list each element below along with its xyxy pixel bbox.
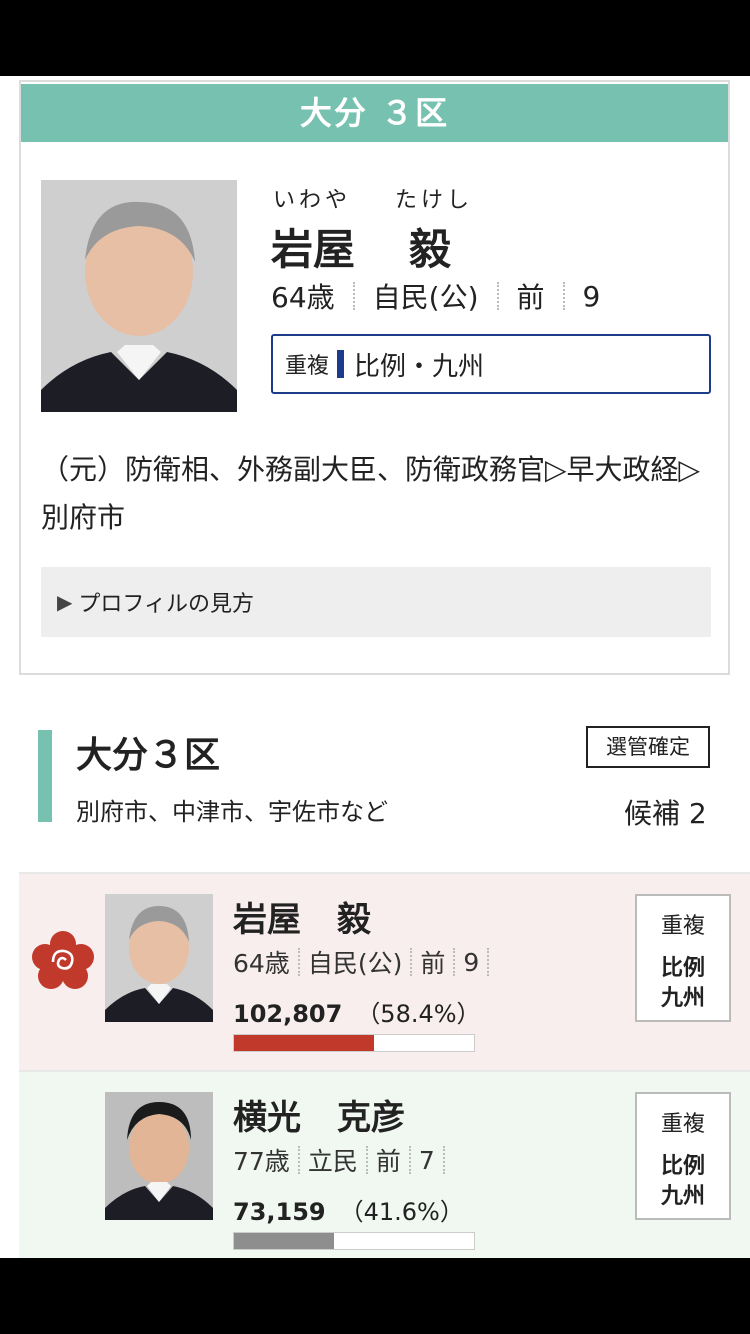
candidate-photo xyxy=(105,894,213,1022)
duplicate-marker xyxy=(337,350,345,378)
candidate-row[interactable]: 岩屋毅 64歳 自民(公) 前 9 102,807 （58.4%） 重複 比例 九… xyxy=(19,872,750,1070)
candidate-meta: 77歳 立民 前 7 xyxy=(233,1142,453,1178)
status-bar xyxy=(0,0,750,76)
vote-share-bar xyxy=(233,1034,475,1052)
divider xyxy=(297,1146,300,1174)
duplicate-line-2: 九州 xyxy=(660,1184,705,1209)
divider xyxy=(487,948,490,976)
status: 前 xyxy=(375,1147,401,1176)
profile-card: 大分 ３区 いわや たけし 岩屋 毅 64歳 自民(公) 前 9 重複 比例・九州… xyxy=(19,80,730,675)
vote-share-fill xyxy=(234,1035,375,1051)
candidate-meta: 64歳 自民(公) 前 9 xyxy=(233,944,497,980)
candidate-count: 候補 2 xyxy=(624,797,707,830)
divider xyxy=(297,948,300,976)
duplicate-label: 重複 xyxy=(660,914,705,939)
vote-share-bar xyxy=(233,1232,475,1250)
terms: 9 xyxy=(463,947,480,977)
card-header: 大分 ３区 xyxy=(21,84,728,142)
confirmed-badge: 選管確定 xyxy=(586,726,710,768)
portrait-icon xyxy=(105,894,213,1022)
candidate-meta: 64歳 自民(公) 前 9 xyxy=(271,276,600,316)
surname: 岩屋 xyxy=(271,225,356,274)
furigana-surname: いわや xyxy=(273,188,352,213)
portrait-icon xyxy=(41,180,237,412)
duplicate-tag: 重複 比例 九州 xyxy=(635,1092,731,1220)
candidate-name: 横光 克彦 xyxy=(233,1090,405,1139)
duplicate-value: 比例・九州 xyxy=(354,351,485,382)
terms: 7 xyxy=(418,1145,435,1175)
career-text: （元）防衛相、外務副大臣、防衛政務官▷早大政経▷別府市 xyxy=(41,453,701,534)
candidate-name: 岩屋 毅 xyxy=(271,216,451,277)
divider xyxy=(562,282,565,310)
duplicate-line-1: 比例 xyxy=(660,1154,705,1179)
duplicate-value: 比例 九州 xyxy=(637,954,729,1014)
district-areas: 別府市、中津市、宇佐市など xyxy=(76,798,388,826)
given-name: 毅 xyxy=(337,900,371,940)
divider xyxy=(365,1146,368,1174)
duplicate-value: 比例 九州 xyxy=(637,1152,729,1212)
divider xyxy=(352,282,355,310)
divider xyxy=(442,1146,445,1174)
age: 64歳 xyxy=(233,949,290,978)
duplicate-line-1: 比例 xyxy=(660,956,705,981)
duplicate-label: 重複 xyxy=(660,1112,705,1137)
surname: 横光 xyxy=(233,1098,301,1138)
status: 前 xyxy=(420,949,446,978)
district-accent-bar xyxy=(38,730,52,822)
profile-help-link[interactable]: ▶ プロフィルの見方 xyxy=(41,567,711,637)
duplicate-candidacy-box: 重複 比例・九州 xyxy=(271,334,711,394)
given-name: 毅 xyxy=(409,225,452,274)
candidate-photo xyxy=(105,1092,213,1220)
party: 立民 xyxy=(307,1147,358,1176)
candidate-name: 岩屋毅 xyxy=(233,892,371,941)
duplicate-label: 重複 xyxy=(285,354,330,379)
vote-count: 73,159 xyxy=(233,1198,326,1226)
age: 64歳 xyxy=(271,281,335,314)
duplicate-line-2: 九州 xyxy=(660,986,705,1011)
vote-result: 73,159 （41.6%） xyxy=(233,1192,464,1227)
status: 前 xyxy=(516,281,545,314)
furigana-given: たけし xyxy=(395,188,474,213)
district-title: 大分３区 xyxy=(76,735,221,776)
age: 77歳 xyxy=(233,1147,290,1176)
portrait-icon xyxy=(105,1092,213,1220)
divider xyxy=(408,1146,411,1174)
rose-icon xyxy=(32,931,94,989)
duplicate-tag: 重複 比例 九州 xyxy=(635,894,731,1022)
vote-result: 102,807 （58.4%） xyxy=(233,994,481,1029)
bottom-bar xyxy=(0,1258,750,1334)
candidate-row[interactable]: 横光 克彦 77歳 立民 前 7 73,159 （41.6%） 重複 比例 九州 xyxy=(19,1070,750,1260)
party: 自民(公) xyxy=(372,281,479,314)
vote-percent: （58.4%） xyxy=(356,1000,481,1028)
divider xyxy=(496,282,499,310)
candidate-photo xyxy=(41,180,237,412)
divider xyxy=(453,948,456,976)
help-link-label: プロフィルの見方 xyxy=(78,592,254,617)
given-name: 克彦 xyxy=(337,1098,405,1138)
party: 自民(公) xyxy=(307,949,403,978)
vote-count: 102,807 xyxy=(233,1000,343,1028)
vote-percent: （41.6%） xyxy=(339,1198,464,1226)
terms: 9 xyxy=(582,279,601,313)
surname: 岩屋 xyxy=(233,900,301,940)
vote-share-fill xyxy=(234,1233,334,1249)
divider xyxy=(410,948,413,976)
triangle-right-icon: ▶ xyxy=(57,590,73,614)
